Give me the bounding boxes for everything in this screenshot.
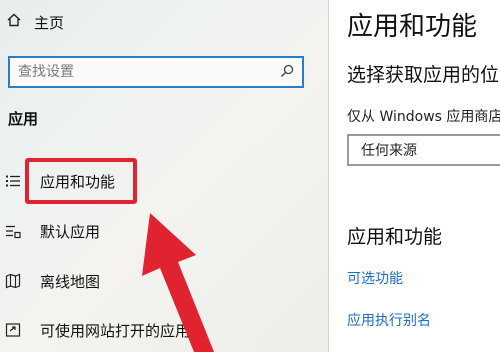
- install-source-heading: 选择获取应用的位: [347, 64, 500, 86]
- annotation-arrow-icon: [142, 213, 214, 352]
- page-title: 应用和功能: [347, 12, 478, 42]
- install-source-dropdown[interactable]: 任何来源: [347, 134, 500, 166]
- optional-features-link[interactable]: 可选功能: [347, 268, 403, 288]
- main-content: 应用和功能 选择获取应用的位 仅从 Windows 应用商店 任何来源 应用和功…: [329, 0, 500, 352]
- settings-sidebar: 主页 应用 应用和功能: [0, 0, 328, 352]
- dropdown-value: 任何来源: [361, 143, 417, 159]
- install-source-description: 仅从 Windows 应用商店: [347, 109, 500, 125]
- app-execution-aliases-link[interactable]: 应用执行别名: [347, 310, 431, 330]
- apps-features-heading: 应用和功能: [347, 226, 443, 248]
